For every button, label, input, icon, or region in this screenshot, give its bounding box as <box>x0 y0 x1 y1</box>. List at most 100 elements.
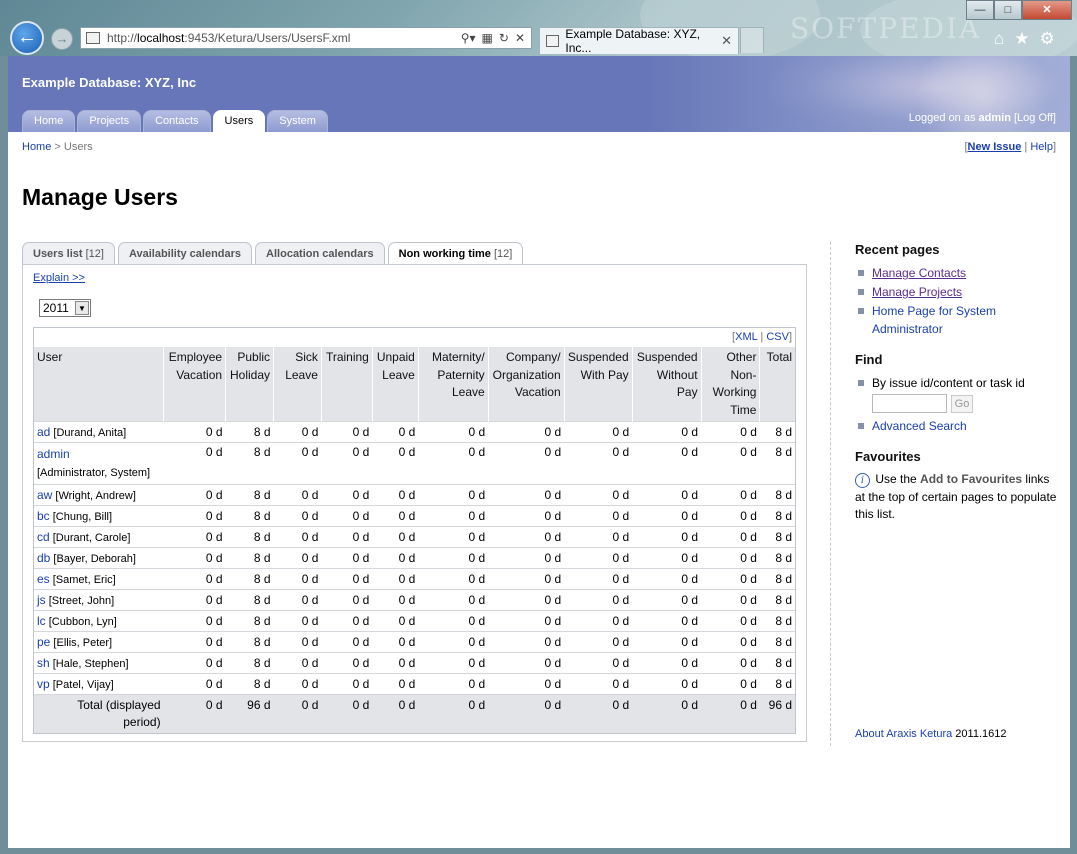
user-id-link[interactable]: ad <box>37 425 50 439</box>
value-cell: 0 d <box>701 631 760 653</box>
nav-tab-contacts[interactable]: Contacts <box>143 110 211 132</box>
value-cell: 0 d <box>372 673 419 695</box>
sidebar: Recent pages Manage Contacts Manage Proj… <box>855 242 1060 524</box>
browser-tab[interactable]: Example Database: XYZ, Inc... ✕ <box>539 27 739 55</box>
value-cell: 0 d <box>632 505 702 527</box>
value-cell: 8 d <box>225 568 274 590</box>
back-button[interactable]: ← <box>10 21 44 55</box>
year-select[interactable]: 2011 ▼ <box>39 299 91 317</box>
value-cell: 0 d <box>418 505 489 527</box>
maximize-button[interactable]: □ <box>994 0 1022 20</box>
column-header: Other Non-Working Time <box>700 347 760 422</box>
user-id-link[interactable]: pe <box>37 635 50 649</box>
refresh-icon[interactable]: ↻ <box>499 31 509 45</box>
tab-non-working-time[interactable]: Non working time [12] <box>387 242 524 265</box>
value-cell: 0 d <box>372 568 419 590</box>
user-id-link[interactable]: cd <box>37 530 50 544</box>
close-window-button[interactable]: ✕ <box>1022 0 1072 20</box>
user-id-link[interactable]: db <box>37 551 50 565</box>
advanced-search-link[interactable]: Advanced Search <box>872 419 967 433</box>
about-link[interactable]: About Araxis Ketura <box>855 728 952 740</box>
value-cell: 0 d <box>163 547 226 569</box>
logoff-link[interactable]: [Log Off] <box>1014 112 1056 124</box>
user-id-link[interactable]: bc <box>37 509 50 523</box>
new-tab-button[interactable] <box>740 27 764 53</box>
address-bar[interactable]: http://localhost:9453/Ketura/Users/Users… <box>80 27 532 49</box>
value-cell: 0 d <box>163 589 226 611</box>
value-cell: 0 d <box>701 505 760 527</box>
value-cell: 0 d <box>273 442 322 485</box>
value-cell: 8 d <box>759 589 795 611</box>
value-cell: 0 d <box>418 673 489 695</box>
total-cell: 0 d <box>273 694 322 733</box>
value-cell: 8 d <box>225 673 274 695</box>
value-cell: 0 d <box>564 526 633 548</box>
close-tab-icon[interactable]: ✕ <box>721 33 732 49</box>
compat-view-icon[interactable]: ▦ <box>482 31 493 45</box>
value-cell: 8 d <box>225 484 274 506</box>
user-id-link[interactable]: js <box>37 593 46 607</box>
export-links: [XML | CSV] <box>34 328 795 347</box>
stop-icon[interactable]: ✕ <box>515 31 525 45</box>
browser-tools: ⌂ ★ ⚙ <box>994 29 1055 49</box>
minimize-button[interactable]: — <box>966 0 994 20</box>
recent-page-link[interactable]: Home Page for System Administrator <box>872 304 996 336</box>
tab-availability-calendars[interactable]: Availability calendars <box>117 242 253 265</box>
column-header: Training <box>320 347 373 422</box>
user-id-link[interactable]: aw <box>37 488 52 502</box>
search-icon[interactable]: ⚲▾ <box>461 31 476 45</box>
user-id-link[interactable]: admin <box>37 447 70 461</box>
user-cell: db [Bayer, Deborah] <box>34 547 164 569</box>
content-tabs: Users list [12] Availability calendars A… <box>22 242 524 265</box>
recent-page-link[interactable]: Manage Contacts <box>872 266 966 280</box>
nav-tab-projects[interactable]: Projects <box>77 110 142 132</box>
site-title: Example Database: XYZ, Inc <box>22 75 197 90</box>
value-cell: 0 d <box>418 421 489 443</box>
window-border-bottom <box>0 848 1077 854</box>
export-xml-link[interactable]: XML <box>735 331 757 343</box>
tab-users-list[interactable]: Users list [12] <box>22 242 115 265</box>
user-id-link[interactable]: es <box>37 572 50 586</box>
find-input[interactable] <box>872 394 947 413</box>
value-cell: 0 d <box>372 652 419 674</box>
go-button[interactable]: Go <box>951 394 973 413</box>
value-cell: 0 d <box>418 652 489 674</box>
help-link[interactable]: Help <box>1030 141 1053 153</box>
new-issue-link[interactable]: New Issue <box>968 141 1022 153</box>
value-cell: 8 d <box>225 505 274 527</box>
value-cell: 0 d <box>632 484 702 506</box>
gear-icon[interactable]: ⚙ <box>1040 29 1055 49</box>
export-csv-link[interactable]: CSV <box>766 331 789 343</box>
breadcrumb-home[interactable]: Home <box>22 141 51 153</box>
nav-tab-home[interactable]: Home <box>22 110 76 132</box>
value-cell: 0 d <box>701 652 760 674</box>
chevron-down-icon[interactable]: ▼ <box>75 301 89 315</box>
list-item: Home Page for System Administrator <box>855 302 1060 338</box>
nav-tab-system[interactable]: System <box>267 110 328 132</box>
value-cell: 0 d <box>372 631 419 653</box>
value-cell: 0 d <box>321 442 373 485</box>
value-cell: 0 d <box>321 568 373 590</box>
tab-allocation-calendars[interactable]: Allocation calendars <box>255 242 385 265</box>
value-cell: 0 d <box>163 631 226 653</box>
value-cell: 0 d <box>321 505 373 527</box>
user-id-link[interactable]: vp <box>37 677 50 691</box>
breadcrumb-sep: > <box>54 141 61 153</box>
forward-button[interactable]: → <box>51 28 73 50</box>
value-cell: 0 d <box>321 631 373 653</box>
home-icon[interactable]: ⌂ <box>994 29 1004 49</box>
list-item: Manage Projects <box>855 283 1060 301</box>
explain-link[interactable]: Explain >> <box>33 272 85 284</box>
nav-tab-users[interactable]: Users <box>212 110 266 132</box>
total-cell: 0 d <box>564 694 633 733</box>
value-cell: 0 d <box>488 526 565 548</box>
value-cell: 0 d <box>273 547 322 569</box>
table-header-row: User Employee Vacation Public Holiday Sick … <box>34 347 795 422</box>
user-id-link[interactable]: lc <box>37 614 46 628</box>
breadcrumb-current: Users <box>63 141 93 153</box>
favorites-star-icon[interactable]: ★ <box>1014 29 1029 49</box>
site-banner: Example Database: XYZ, Inc Home Projects… <box>8 56 1070 132</box>
recent-page-link[interactable]: Manage Projects <box>872 285 962 299</box>
user-id-link[interactable]: sh <box>37 656 50 670</box>
page-icon <box>86 32 100 44</box>
